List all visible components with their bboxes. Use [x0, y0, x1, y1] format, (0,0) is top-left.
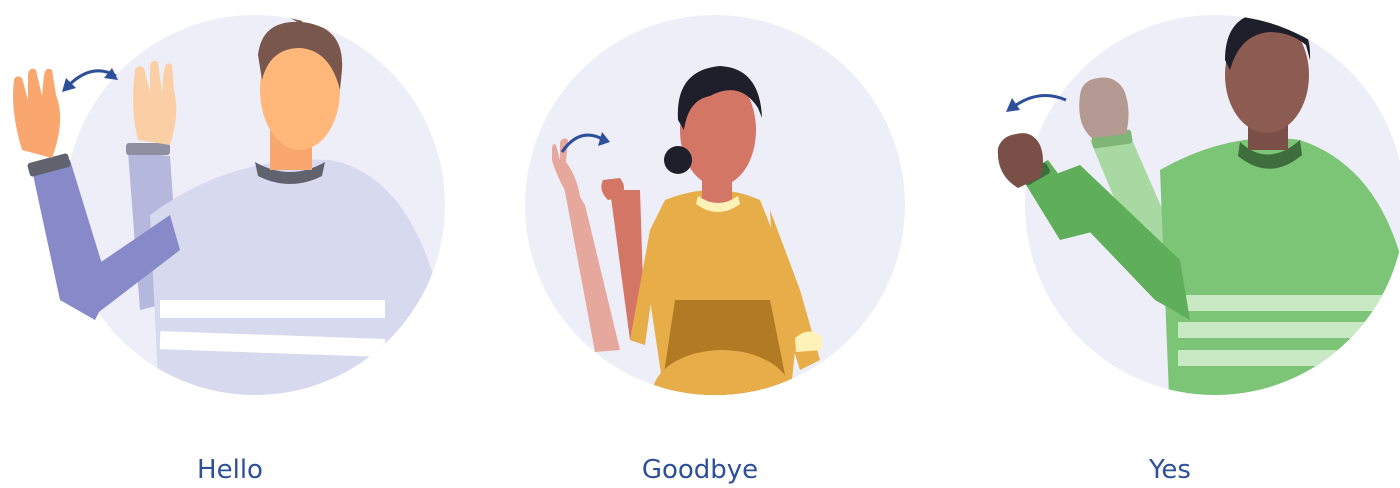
woman-waving-goodbye-icon: [525, 15, 905, 395]
sign-card-hello: Hello: [0, 0, 460, 485]
sign-card-goodbye: Goodbye: [470, 0, 930, 485]
man-nodding-fist-icon: [997, 15, 1400, 395]
man-waving-hand-icon: [13, 15, 445, 395]
sign-card-yes: Yes: [940, 0, 1400, 485]
